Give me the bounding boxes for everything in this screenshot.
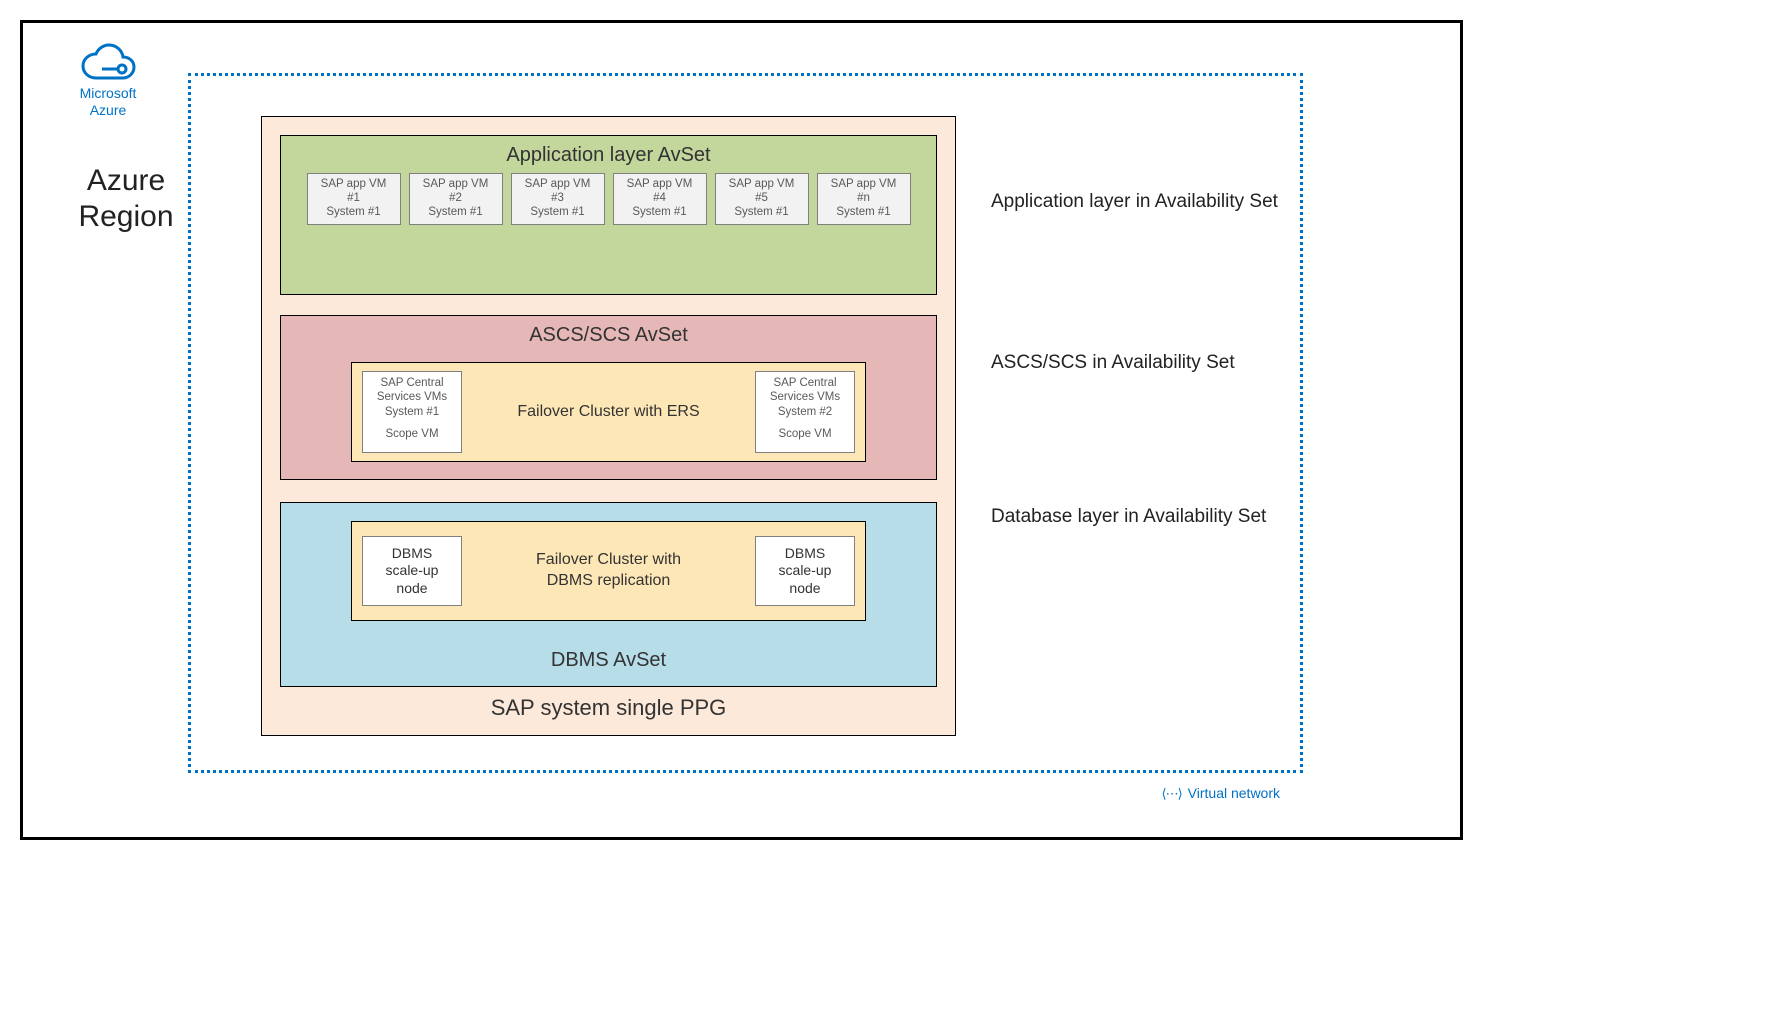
dbms-avset-title: DBMS AvSet bbox=[281, 641, 936, 678]
ascs-vm-left: SAP Central Services VMs System #1 Scope… bbox=[362, 371, 462, 453]
dbms-failover-label: Failover Cluster with DBMS replication bbox=[462, 550, 755, 592]
dbms-vm-left: DBMS scale-up node bbox=[362, 536, 462, 606]
ascs-avset-box: ASCS/SCS AvSet SAP Central Services VMs … bbox=[280, 315, 937, 480]
app-vm: SAP app VM #4 System #1 bbox=[613, 173, 707, 225]
dbms-avset-box: DBMS scale-up node Failover Cluster with… bbox=[280, 502, 937, 687]
ascs-side-label: ASCS/SCS in Availability Set bbox=[991, 352, 1235, 374]
ppg-box: Application layer AvSet SAP app VM #1 Sy… bbox=[261, 116, 956, 736]
ascs-failover-label: Failover Cluster with ERS bbox=[462, 402, 755, 423]
vnet-label: Virtual network bbox=[1162, 785, 1281, 802]
virtual-network-box: Virtual network Application layer AvSet … bbox=[188, 73, 1303, 773]
app-vm: SAP app VM #5 System #1 bbox=[715, 173, 809, 225]
app-vm: SAP app VM #3 System #1 bbox=[511, 173, 605, 225]
ascs-failover-box: SAP Central Services VMs System #1 Scope… bbox=[351, 362, 866, 462]
app-avset-title: Application layer AvSet bbox=[281, 136, 936, 173]
app-vm-row: SAP app VM #1 System #1 SAP app VM #2 Sy… bbox=[281, 173, 936, 225]
dbms-failover-box: DBMS scale-up node Failover Cluster with… bbox=[351, 521, 866, 621]
dbms-vm-right: DBMS scale-up node bbox=[755, 536, 855, 606]
ascs-avset-title: ASCS/SCS AvSet bbox=[281, 316, 936, 353]
logo-text-1: Microsoft bbox=[80, 85, 137, 101]
app-side-label: Application layer in Availability Set bbox=[991, 191, 1278, 213]
app-avset-box: Application layer AvSet SAP app VM #1 Sy… bbox=[280, 135, 937, 295]
logo-text-2: Azure bbox=[90, 102, 127, 118]
ppg-label: SAP system single PPG bbox=[262, 687, 955, 721]
region-label: Azure Region bbox=[51, 163, 201, 235]
app-vm: SAP app VM #n System #1 bbox=[817, 173, 911, 225]
ascs-vm-right: SAP Central Services VMs System #2 Scope… bbox=[755, 371, 855, 453]
app-vm: SAP app VM #1 System #1 bbox=[307, 173, 401, 225]
app-vm: SAP app VM #2 System #1 bbox=[409, 173, 503, 225]
cloud-icon bbox=[78, 41, 138, 85]
diagram-frame: Microsoft Azure Azure Region Virtual net… bbox=[20, 20, 1463, 840]
dbms-side-label: Database layer in Availability Set bbox=[991, 506, 1266, 528]
azure-logo: Microsoft Azure bbox=[53, 41, 163, 119]
